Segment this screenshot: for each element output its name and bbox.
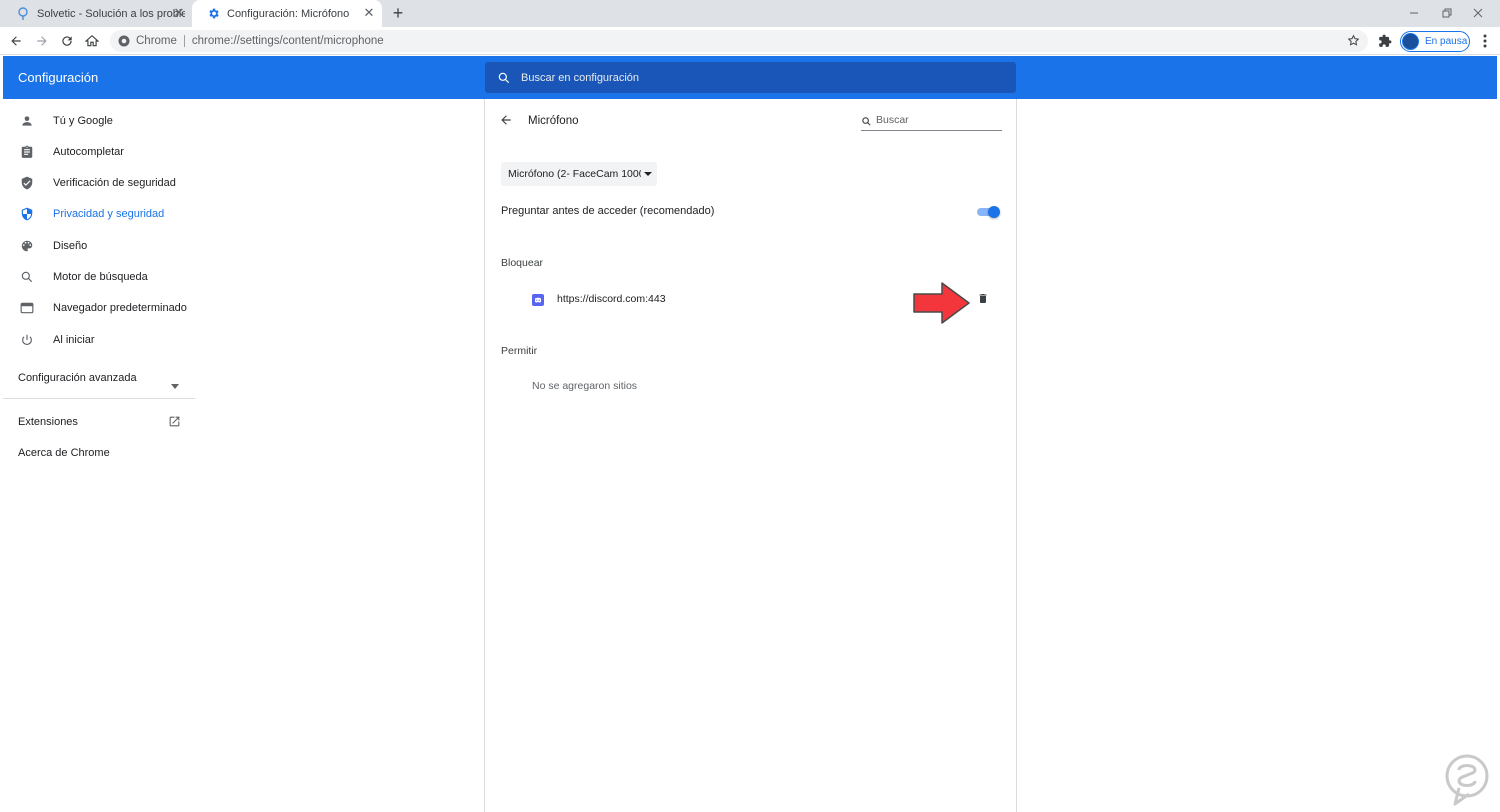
restore-icon[interactable] <box>1437 4 1457 22</box>
clipboard-icon <box>19 144 35 160</box>
sidebar-extensions-label: Extensiones <box>18 416 78 428</box>
allow-empty-message: No se agregaron sitios <box>532 380 638 392</box>
sidebar-divider <box>3 398 195 399</box>
home-button[interactable] <box>82 31 102 51</box>
settings-search[interactable] <box>485 62 1016 93</box>
discord-icon <box>532 293 544 306</box>
shield-check-icon <box>19 175 35 191</box>
search-icon <box>861 114 872 132</box>
extensions-puzzle-icon[interactable] <box>1375 31 1395 51</box>
microphone-settings-card: Micrófono Micrófono (2- FaceCam 1000X) P… <box>484 99 1017 812</box>
close-icon[interactable]: ✕ <box>362 6 376 20</box>
allow-heading: Permitir <box>501 345 538 357</box>
sidebar-item-diseno[interactable]: Diseño <box>3 230 195 261</box>
close-icon[interactable]: ✕ <box>172 6 186 20</box>
page-title: Configuración <box>18 70 99 85</box>
solvetic-watermark-logo <box>1445 754 1489 806</box>
sidebar-item-label: Navegador predeterminado <box>53 301 187 314</box>
sidebar-item-navegador-predeterminado[interactable]: Navegador predeterminado <box>3 292 195 323</box>
sidebar-item-autocompletar[interactable]: Autocompletar <box>3 136 195 167</box>
minimize-icon[interactable] <box>1404 4 1424 22</box>
sidebar-item-label: Al iniciar <box>53 333 95 346</box>
browser-toolbar: Chrome chrome://settings/content/microph… <box>0 27 1500 55</box>
sidebar-item-label: Privacidad y seguridad <box>53 207 165 220</box>
site-label: Chrome <box>136 35 177 47</box>
block-heading: Bloquear <box>501 257 544 269</box>
tab-title: Solvetic - Solución a los problem <box>37 7 185 20</box>
profile-status-label: En pausa <box>1425 36 1468 47</box>
settings-search-input[interactable] <box>521 71 1001 84</box>
sidebar-item-privacidad[interactable]: Privacidad y seguridad <box>3 198 195 229</box>
ask-before-access-label: Preguntar antes de acceder (recomendado) <box>501 205 715 217</box>
ask-before-access-toggle[interactable] <box>977 206 1001 218</box>
sidebar-item-verificacion-seguridad[interactable]: Verificación de seguridad <box>3 167 195 198</box>
forward-button[interactable] <box>32 31 52 51</box>
settings-header: Configuración <box>3 56 1497 99</box>
sidebar-item-extensiones[interactable]: Extensiones <box>18 416 78 428</box>
avatar <box>1402 33 1419 50</box>
subpage-search[interactable] <box>861 110 1002 131</box>
tab-configuracion[interactable]: Configuración: Micrófono ✕ <box>192 0 382 27</box>
sidebar-item-tu-y-google[interactable]: Tú y Google <box>3 105 195 136</box>
gear-icon <box>206 7 220 21</box>
bookmark-star-icon[interactable] <box>1347 34 1360 50</box>
search-icon <box>497 71 511 85</box>
selected-device: Micrófono (2- FaceCam 1000X) <box>508 168 641 180</box>
url-text: chrome://settings/content/microphone <box>191 35 384 47</box>
blocked-site-url: https://discord.com:443 <box>557 293 666 305</box>
sidebar-advanced-toggle[interactable]: Configuración avanzada <box>18 372 137 384</box>
sidebar-item-acerca-de-chrome[interactable]: Acerca de Chrome <box>18 447 110 459</box>
shield-icon <box>19 206 35 222</box>
sidebar-item-label: Autocompletar <box>53 145 124 158</box>
dropdown-caret-icon <box>644 172 652 176</box>
red-arrow-annotation <box>913 282 970 324</box>
tab-strip: Solvetic - Solución a los problem ✕ Conf… <box>0 0 1500 27</box>
profile-button[interactable]: En pausa <box>1400 31 1470 52</box>
trash-icon[interactable] <box>977 292 991 306</box>
address-bar[interactable]: Chrome chrome://settings/content/microph… <box>110 30 1368 52</box>
subpage-search-input[interactable] <box>876 112 996 128</box>
back-arrow-icon[interactable] <box>499 113 515 129</box>
sidebar-item-al-iniciar[interactable]: Al iniciar <box>3 324 195 355</box>
sidebar-item-label: Diseño <box>53 239 88 252</box>
sidebar-item-label: Motor de búsqueda <box>53 270 148 283</box>
sidebar-advanced-label: Configuración avanzada <box>18 372 137 384</box>
tab-title: Configuración: Micrófono <box>227 7 350 20</box>
open-in-new-icon[interactable] <box>168 415 181 433</box>
chevron-down-icon[interactable] <box>171 376 179 394</box>
browser-window-icon <box>19 300 35 316</box>
back-button[interactable] <box>6 31 26 51</box>
sidebar-item-label: Verificación de seguridad <box>53 176 176 189</box>
power-icon <box>19 332 35 348</box>
more-menu-icon[interactable] <box>1475 31 1495 51</box>
sidebar-item-label: Tú y Google <box>53 114 113 127</box>
omnibox-divider <box>183 35 185 47</box>
new-tab-button[interactable]: + <box>388 3 408 23</box>
search-icon <box>19 269 35 285</box>
sidebar-item-motor-busqueda[interactable]: Motor de búsqueda <box>3 261 195 292</box>
reload-button[interactable] <box>57 31 77 51</box>
tab-solvetic[interactable]: Solvetic - Solución a los problem ✕ <box>2 0 192 27</box>
microphone-device-select[interactable]: Micrófono (2- FaceCam 1000X) <box>501 162 657 186</box>
person-icon <box>19 113 35 129</box>
subpage-title: Micrófono <box>528 115 579 127</box>
solvetic-logo-icon <box>16 6 30 21</box>
toggle-knob <box>988 206 1000 218</box>
close-window-icon[interactable] <box>1468 4 1488 22</box>
settings-sidebar: Tú y Google Autocompletar Verificación d… <box>3 100 195 812</box>
sidebar-about-label: Acerca de Chrome <box>18 447 110 459</box>
palette-icon <box>19 238 35 254</box>
chrome-icon <box>118 35 130 47</box>
